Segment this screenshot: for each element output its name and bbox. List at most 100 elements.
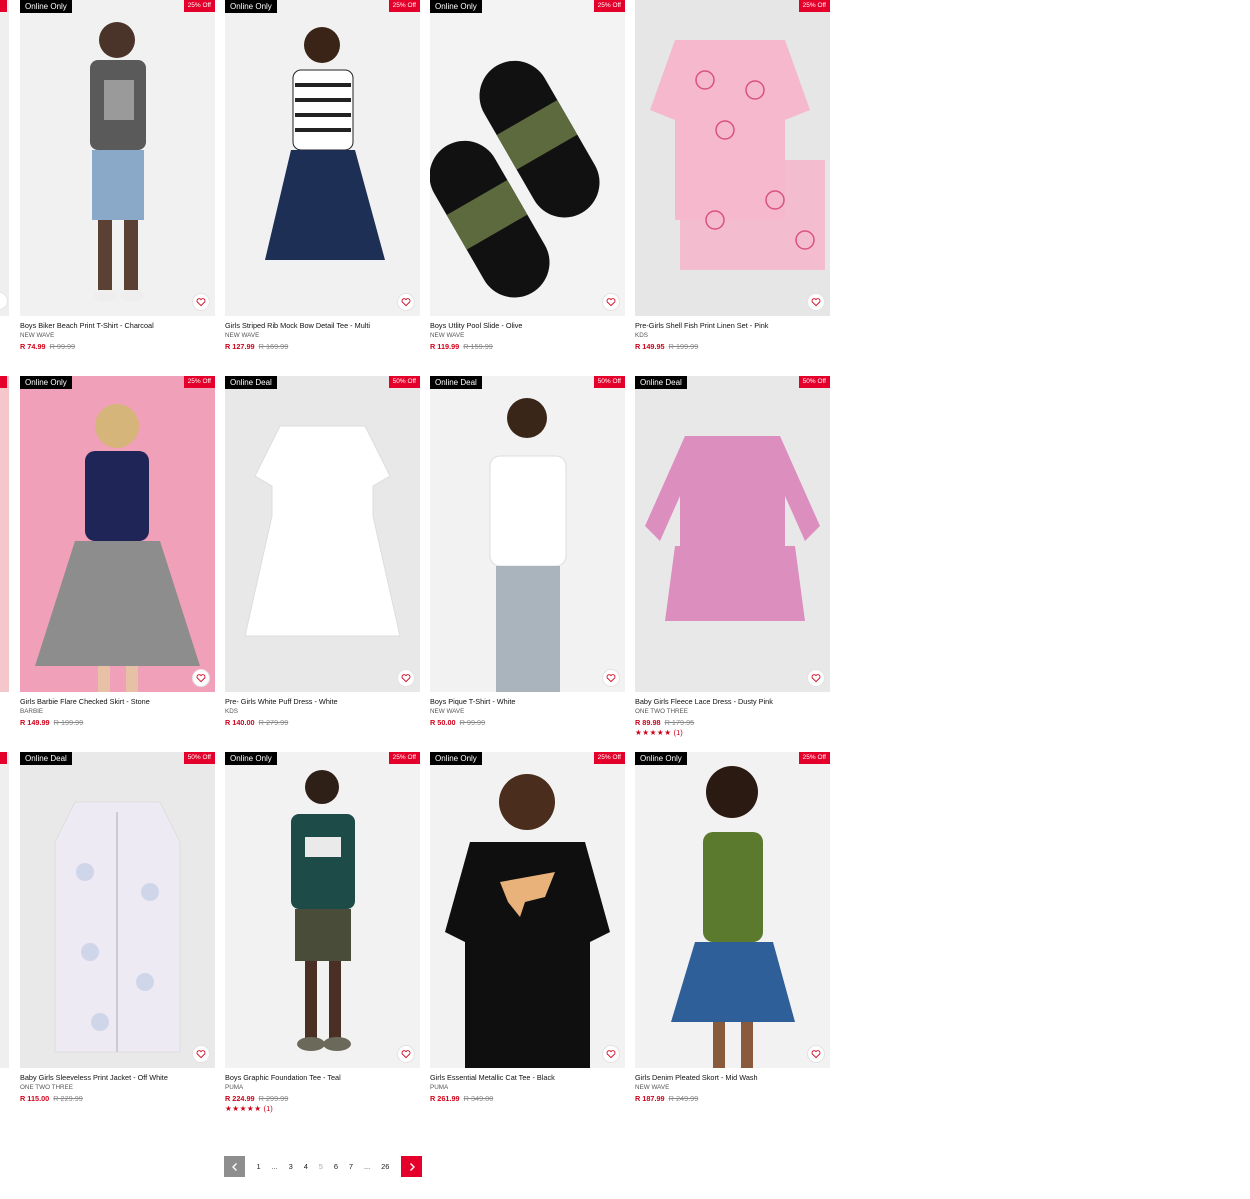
page-number[interactable]: 7 [349,1162,353,1171]
product-brand: ONE TWO THREE [635,708,688,715]
wishlist-button[interactable] [807,669,825,687]
wishlist-button[interactable] [397,1045,415,1063]
page-number[interactable]: 1 [256,1162,260,1171]
product-image[interactable]: Online Only 25% Off [430,752,625,1068]
product-image[interactable]: Online Only 25% Off [20,0,215,316]
product-brand: NEW WAVE [430,332,465,339]
product-photo [671,766,795,1068]
product-card[interactable]: Online Deal 50% Off Pre- Girls White Puf… [225,376,420,728]
wishlist-button-edge[interactable] [0,292,8,310]
product-card[interactable]: Online Only 25% Off Boys Graphic Foundat… [225,752,420,1114]
heart-icon [196,298,206,307]
previous-column-edge [0,0,9,316]
product-info: Boys Biker Beach Print T-Shirt - Charcoa… [20,316,215,352]
product-image[interactable]: Online Only 25% Off [225,752,420,1068]
product-title[interactable]: Boys Pique T-Shirt - White [430,697,625,707]
product-card[interactable]: Online Only 25% Off Girls Denim Pleated … [635,752,830,1104]
wishlist-button[interactable] [807,293,825,311]
discount-badge: 25% Off [593,0,625,12]
page-number[interactable]: 6 [334,1162,338,1171]
product-info: Girls Essential Metallic Cat Tee - Black… [430,1068,625,1104]
product-card[interactable]: Online Deal 50% Off Baby Girls Sleeveles… [20,752,215,1104]
wishlist-button[interactable] [192,1045,210,1063]
product-card[interactable]: Online Only 25% Off Boys Utlity Pool Sli… [430,0,625,352]
product-title[interactable]: Girls Essential Metallic Cat Tee - Black [430,1073,625,1083]
wishlist-button[interactable] [397,669,415,687]
product-info: Boys Graphic Foundation Tee - Teal PUMA … [225,1068,420,1114]
product-image[interactable]: Online Only 25% Off [635,752,830,1068]
page-number[interactable]: 4 [304,1162,308,1171]
product-photo [54,801,181,1053]
product-title[interactable]: Baby Girls Fleece Lace Dress - Dusty Pin… [635,697,830,707]
price-row: R 149.95 R 199.99 [635,341,830,352]
product-card[interactable]: 25% Off Pre-Girls Shell Fish Print Linen… [635,0,830,352]
online-badge: Online Deal [430,376,482,389]
rating: ★★★★★ (1) [225,1104,420,1114]
page-number[interactable]: 5 [319,1162,323,1171]
product-card[interactable]: Online Only 25% Off Boys Biker Beach Pri… [20,0,215,352]
product-title[interactable]: Girls Striped Rib Mock Bow Detail Tee - … [225,321,420,331]
product-title[interactable]: Boys Graphic Foundation Tee - Teal [225,1073,420,1083]
heart-icon [401,298,411,307]
product-title[interactable]: Girls Denim Pleated Skort - Mid Wash [635,1073,830,1083]
product-title[interactable]: Pre-Girls Shell Fish Print Linen Set - P… [635,321,830,331]
product-image[interactable]: Online Only 25% Off [20,376,215,692]
product-image[interactable]: Online Only 25% Off [225,0,420,316]
heart-icon [401,674,411,683]
product-brand: BARBIE [20,708,44,715]
product-image[interactable]: Online Deal 50% Off [20,752,215,1068]
product-card[interactable]: Online Only 25% Off Girls Barbie Flare C… [20,376,215,728]
previous-page-button[interactable] [224,1156,245,1177]
product-info: Girls Striped Rib Mock Bow Detail Tee - … [225,316,420,352]
next-page-button[interactable] [401,1156,422,1177]
product-card[interactable]: Online Deal 50% Off Boys Pique T-Shirt -… [430,376,625,728]
wishlist-button[interactable] [602,293,620,311]
review-count: (1) [263,1104,273,1113]
product-title[interactable]: Baby Girls Sleeveless Print Jacket - Off… [20,1073,215,1083]
product-brand: NEW WAVE [430,708,465,715]
page-number[interactable]: 3 [289,1162,293,1171]
wishlist-button[interactable] [602,669,620,687]
discount-badge: 25% Off [183,0,215,12]
sale-price: R 187.99 [635,1094,665,1103]
product-card[interactable]: Online Deal 50% Off Baby Girls Fleece La… [635,376,830,738]
product-title[interactable]: Boys Biker Beach Print T-Shirt - Charcoa… [20,321,215,331]
online-badge: Online Deal [635,376,687,389]
original-price: R 99.99 [49,342,76,351]
sale-price: R 140.00 [225,718,255,727]
original-price: R 159.99 [463,342,493,351]
product-image[interactable]: Online Only 25% Off [430,0,625,316]
online-badge: Online Only [430,752,482,765]
product-image[interactable]: 25% Off [635,0,830,316]
page-number[interactable]: 26 [381,1162,389,1171]
product-card[interactable]: Online Only 25% Off Girls Essential Meta… [430,752,625,1104]
wishlist-button[interactable] [397,293,415,311]
product-brand: NEW WAVE [20,332,55,339]
wishlist-button[interactable] [602,1045,620,1063]
original-price: R 229.99 [53,1094,83,1103]
product-title[interactable]: Boys Utlity Pool Slide - Olive [430,321,625,331]
product-card[interactable]: Online Only 25% Off Girls Striped Rib Mo… [225,0,420,352]
product-brand: KDS [225,708,238,715]
product-image[interactable]: Online Deal 50% Off [430,376,625,692]
product-image[interactable]: Online Deal 50% Off [635,376,830,692]
sale-price: R 74.99 [20,342,46,351]
original-price: R 99.99 [459,718,486,727]
product-title[interactable]: Girls Barbie Flare Checked Skirt - Stone [20,697,215,707]
online-badge: Online Only [430,0,482,13]
product-photo [90,22,146,302]
wishlist-button[interactable] [192,669,210,687]
product-title[interactable]: Pre- Girls White Puff Dress - White [225,697,420,707]
price-row: R 187.99 R 249.99 [635,1093,830,1104]
product-image[interactable]: Online Deal 50% Off [225,376,420,692]
wishlist-button[interactable] [192,293,210,311]
wishlist-button[interactable] [807,1045,825,1063]
sale-price: R 149.95 [635,342,665,351]
discount-badge-edge [0,0,7,12]
product-brand: PUMA [430,1084,449,1091]
original-price: R 169.99 [258,342,289,351]
product-photo [650,40,825,270]
product-photo [35,404,200,692]
heart-icon [606,1050,616,1059]
product-photo [489,398,567,692]
